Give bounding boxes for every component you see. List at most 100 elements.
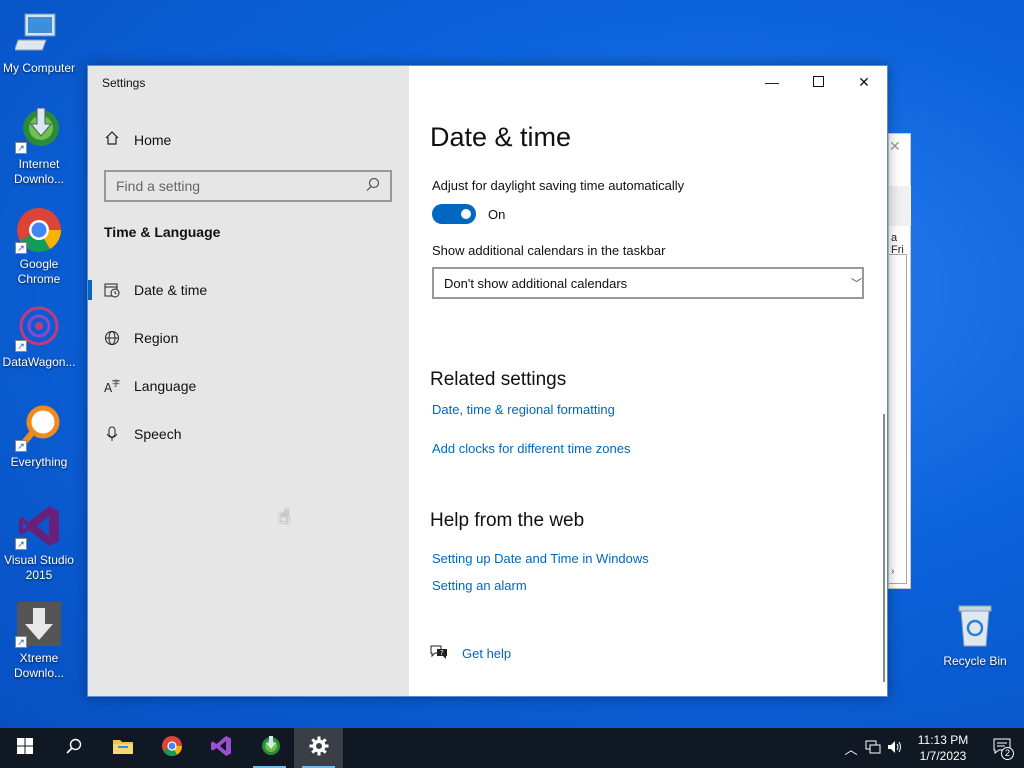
desktop-icon-label: DataWagon... [2, 355, 76, 369]
maximize-icon [812, 74, 824, 90]
chat-help-icon: ? [430, 644, 448, 663]
microphone-icon [104, 426, 120, 442]
windows-logo-icon [16, 737, 33, 759]
globe-icon [104, 330, 120, 346]
close-icon: ✕ [858, 73, 870, 90]
chrome-icon: ↗ [15, 206, 63, 254]
close-icon[interactable]: ✕ [889, 138, 901, 155]
desktop-icon-my-computer[interactable]: My Computer [0, 10, 78, 76]
desktop-icon-visual-studio[interactable]: ↗ Visual Studio 2015 [0, 502, 78, 583]
action-center-button[interactable]: 2 [980, 728, 1024, 768]
taskbar-visual-studio[interactable] [196, 728, 245, 768]
nav-item-date-time[interactable]: Date & time [88, 266, 409, 314]
link-setting-alarm[interactable]: Setting an alarm [432, 578, 527, 593]
link-regional-formatting[interactable]: Date, time & regional formatting [432, 402, 615, 417]
search-icon [366, 177, 380, 196]
page-title: Date & time [430, 122, 572, 152]
shortcut-arrow-icon: ↗ [15, 340, 27, 352]
nav-item-region[interactable]: Region [88, 314, 409, 362]
link-add-clocks[interactable]: Add clocks for different time zones [432, 441, 630, 456]
home-icon [104, 130, 120, 149]
nav-item-language[interactable]: A字 Language [88, 362, 409, 410]
calendars-dropdown[interactable]: Don't show additional calendars ﹀ [432, 267, 864, 299]
desktop-icon-datawagon[interactable]: ↗ DataWagon... [0, 304, 78, 370]
desktop-icon-label: Google Chrome [17, 257, 61, 286]
svg-text:?: ? [440, 649, 444, 657]
search-input[interactable] [116, 178, 366, 194]
language-icon: A字 [104, 378, 120, 394]
settings-content: — ✕ Date & time Adjust for daylight savi… [409, 66, 887, 696]
get-help-link[interactable]: ? Get help [430, 644, 511, 663]
minimize-icon: — [765, 74, 779, 90]
scroll-right-icon[interactable]: › [891, 566, 894, 577]
nav-home-label: Home [134, 131, 172, 148]
desktop-icon-google-chrome[interactable]: ↗ Google Chrome [0, 206, 78, 287]
desktop-icon-internet-download-manager[interactable]: ↗ Internet Downlo... [0, 106, 78, 187]
idm-globe-icon [259, 735, 281, 762]
list-fragment [889, 254, 907, 584]
window-controls: — ✕ [749, 66, 887, 98]
shortcut-arrow-icon: ↗ [15, 538, 27, 550]
system-tray: ︿ 11:13 PM 1/7/2023 2 [840, 728, 1024, 768]
desktop-icon-label: Visual Studio 2015 [4, 553, 74, 582]
desktop-icon-label: Xtreme Downlo... [13, 651, 65, 680]
magnifier-icon: ↗ [15, 404, 63, 452]
related-settings-heading: Related settings [430, 369, 567, 390]
desktop-icon-recycle-bin[interactable]: Recycle Bin [938, 602, 1012, 668]
network-icon[interactable] [862, 740, 884, 757]
idm-globe-icon: ↗ [15, 106, 63, 154]
nav-home[interactable]: Home [104, 130, 171, 149]
visual-studio-icon: ↗ [15, 502, 63, 550]
datawagon-icon: ↗ [15, 304, 63, 352]
taskbar-search-button[interactable] [49, 728, 98, 768]
dst-label: Adjust for daylight saving time automati… [432, 178, 685, 193]
notification-badge: 2 [1001, 747, 1014, 760]
minimize-button[interactable]: — [749, 66, 795, 98]
chevron-down-icon: ﹀ [851, 278, 862, 290]
background-window[interactable]: ✕ a Fri › [888, 133, 911, 589]
search-box[interactable] [104, 170, 392, 202]
volume-icon[interactable] [884, 740, 906, 757]
dst-toggle-state: On [488, 207, 506, 222]
shortcut-arrow-icon: ↗ [15, 636, 27, 648]
nav-item-label: Date & time [134, 282, 208, 298]
clock-time: 11:13 PM [917, 733, 969, 747]
get-help-label: Get help [462, 646, 512, 661]
taskbar-chrome[interactable] [147, 728, 196, 768]
link-setting-up-date-time[interactable]: Setting up Date and Time in Windows [432, 551, 649, 566]
recycle-bin-icon [951, 602, 999, 650]
desktop-icon-label: Recycle Bin [943, 654, 1007, 668]
nav-item-label: Speech [134, 426, 182, 442]
clock-date: 1/7/2023 [919, 749, 967, 763]
nav-list: Date & time Region A字 Language Speech [88, 266, 409, 458]
settings-sidebar: Settings Home Time & Language Date & tim… [88, 66, 409, 696]
taskbar-internet-download-manager[interactable] [245, 728, 294, 768]
desktop-icon-xtreme-download-manager[interactable]: ↗ Xtreme Downlo... [0, 600, 78, 681]
shortcut-arrow-icon: ↗ [15, 242, 27, 254]
maximize-button[interactable] [795, 66, 841, 98]
folder-icon [112, 737, 134, 760]
nav-item-speech[interactable]: Speech [88, 410, 409, 458]
hand-cursor-icon: ☝ [278, 506, 291, 528]
desktop-icon-label: My Computer [2, 61, 76, 75]
calendars-label: Show additional calendars in the taskbar [432, 243, 666, 258]
taskbar-file-explorer[interactable] [98, 728, 147, 768]
close-button[interactable]: ✕ [841, 66, 887, 98]
start-button[interactable] [0, 728, 49, 768]
chevron-up-icon[interactable]: ︿ [840, 739, 862, 758]
scrollbar[interactable] [883, 414, 885, 682]
chrome-icon [161, 735, 183, 762]
visual-studio-icon [210, 735, 232, 762]
settings-window: Settings Home Time & Language Date & tim… [87, 65, 888, 697]
toolbar-fragment [889, 186, 911, 226]
desktop-icon-label: Everything [10, 455, 68, 469]
window-title: Settings [102, 76, 146, 90]
search-icon [65, 738, 82, 759]
desktop-icon-label: Internet Downlo... [13, 157, 65, 186]
taskbar-clock[interactable]: 11:13 PM 1/7/2023 [906, 732, 980, 764]
desktop-icon-everything[interactable]: ↗ Everything [0, 404, 78, 470]
shortcut-arrow-icon: ↗ [15, 142, 27, 154]
taskbar-settings[interactable] [294, 728, 343, 768]
nav-item-label: Language [134, 378, 197, 394]
dst-toggle[interactable] [432, 204, 476, 224]
